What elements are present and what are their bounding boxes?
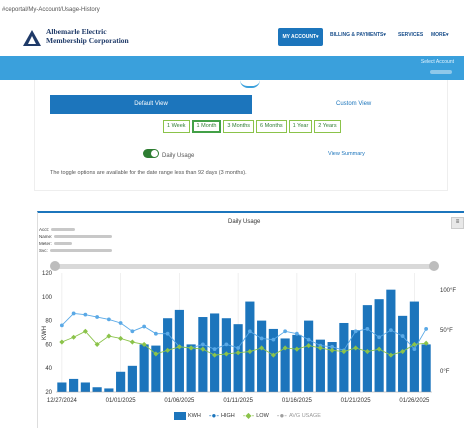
legend-low[interactable]: -◆- LOW <box>243 411 269 420</box>
org-name-line1: Albemarle Electric <box>46 27 107 36</box>
toggle-knob <box>151 150 158 157</box>
low-marker-icon: -◆- <box>242 411 255 420</box>
chart-menu-button[interactable]: ≡ <box>451 217 464 229</box>
info-acct: Acct: <box>39 227 76 232</box>
info-name: Name: <box>39 234 113 239</box>
account-number-redacted <box>430 70 452 74</box>
legend-avg[interactable]: -●- AVG USAGE <box>277 411 321 420</box>
toggle-note: The toggle options are available for the… <box>50 170 247 176</box>
nav-more[interactable]: MORE▾ <box>431 32 449 38</box>
redacted-acct <box>51 228 76 232</box>
navigator-right-handle[interactable] <box>429 261 439 271</box>
chart-navigator[interactable] <box>54 264 434 269</box>
legend-kwh[interactable]: KWH <box>174 411 201 420</box>
redacted-name <box>54 235 113 239</box>
view-summary-link[interactable]: View Summary <box>328 151 365 157</box>
legend-low-label: LOW <box>256 412 269 419</box>
legend-kwh-label: KWH <box>188 412 201 419</box>
range-1-week[interactable]: 1 Week <box>163 120 190 133</box>
legend-high[interactable]: -●- HIGH <box>209 411 235 420</box>
url-path: #ceportal/My-Account/Usage-History <box>0 0 464 20</box>
org-logo-icon[interactable] <box>22 28 42 48</box>
legend-high-label: HIGH <box>221 412 235 419</box>
account-bar <box>0 56 464 80</box>
range-6-months[interactable]: 6 Months <box>256 120 287 133</box>
chart-title: Daily Usage <box>228 219 261 225</box>
info-acct-label: Acct: <box>39 227 50 232</box>
nav-billing[interactable]: BILLING & PAYMENTS▾ <box>330 32 386 38</box>
org-name-line2: Membership Corporation <box>46 36 129 45</box>
chart-legend: KWH -●- HIGH -◆- LOW -●- AVG USAGE <box>174 411 321 420</box>
info-meter-label: Meter: <box>39 241 52 246</box>
range-selector: 1 Week 1 Month 3 Months 6 Months 1 Year … <box>163 120 341 133</box>
info-svc: Svc: <box>39 248 112 253</box>
kwh-swatch <box>174 411 186 420</box>
custom-view-link[interactable]: Custom View <box>336 101 371 107</box>
daily-usage-label: Daily Usage <box>162 153 195 159</box>
avg-marker-icon: -●- <box>276 411 287 420</box>
default-view-button[interactable]: Default View <box>50 95 252 114</box>
select-account-label[interactable]: Select Account <box>421 59 454 65</box>
range-1-year[interactable]: 1 Year <box>288 120 313 133</box>
legend-avg-label: AVG USAGE <box>288 412 321 419</box>
chart-panel <box>37 211 464 428</box>
redacted-svc <box>49 249 112 253</box>
info-svc-label: Svc: <box>39 248 48 253</box>
high-marker-icon: -●- <box>208 411 220 420</box>
navigator-left-handle[interactable] <box>50 261 60 271</box>
info-name-label: Name: <box>39 234 53 239</box>
range-1-month[interactable]: 1 Month <box>191 120 222 133</box>
nav-my-account[interactable]: MY ACCOUNT▾ <box>278 28 323 46</box>
range-3-months[interactable]: 3 Months <box>223 120 255 133</box>
range-2-years[interactable]: 2 Years <box>314 120 341 133</box>
nav-services[interactable]: SERVICES <box>398 32 423 38</box>
org-name[interactable]: Albemarle Electric Membership Corporatio… <box>46 27 129 45</box>
redacted-meter <box>53 242 72 246</box>
info-meter: Meter: <box>39 241 72 246</box>
